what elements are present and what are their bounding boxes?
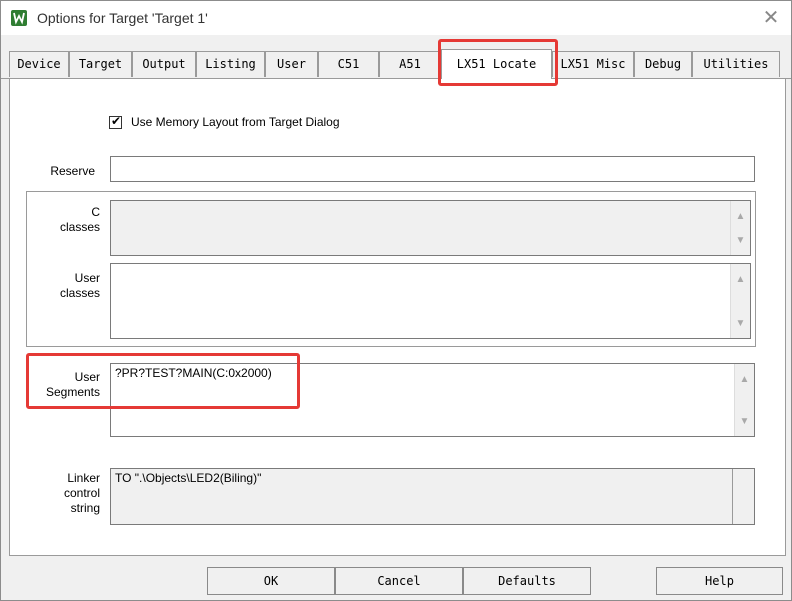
tab-strip: Device Target Output Listing User C51 A5… — [1, 49, 791, 79]
user-segments-label-line1: User — [74, 370, 100, 384]
tab-lx51-locate[interactable]: LX51 Locate — [441, 49, 552, 79]
tab-device[interactable]: Device — [9, 51, 69, 77]
scroll-up-arrow-icon[interactable]: ▲ — [731, 272, 750, 288]
c-classes-label-line2: classes — [59, 220, 100, 234]
help-button[interactable]: Help — [656, 567, 783, 595]
window-title: Options for Target 'Target 1' — [37, 10, 208, 26]
user-segments-value: ?PR?TEST?MAIN(C:0x2000) — [115, 366, 272, 380]
user-classes-label-line1: User — [74, 271, 100, 285]
linker-control-label: Linker control string — [31, 471, 100, 516]
linker-control-label-line2: control — [63, 486, 100, 500]
reserve-input[interactable] — [110, 156, 755, 182]
user-classes-label-line2: classes — [59, 286, 100, 300]
ok-button[interactable]: OK — [207, 567, 335, 595]
tab-output[interactable]: Output — [132, 51, 196, 77]
options-dialog: Options for Target 'Target 1' ✕ Device T… — [0, 0, 792, 601]
linker-control-label-line1: Linker — [67, 471, 100, 485]
user-segments-input[interactable]: ?PR?TEST?MAIN(C:0x2000) ▲ ▼ — [110, 363, 755, 437]
linker-control-label-line3: string — [70, 501, 100, 515]
keil-app-icon — [11, 10, 27, 26]
checkmark-icon: ✔ — [111, 114, 122, 128]
user-classes-label: User classes — [31, 271, 100, 301]
linker-control-scrollbar — [732, 469, 754, 524]
scroll-up-arrow-icon[interactable]: ▲ — [731, 209, 750, 225]
scroll-up-arrow-icon[interactable]: ▲ — [735, 372, 754, 388]
c-classes-label-line1: C — [91, 205, 100, 219]
tab-listing[interactable]: Listing — [196, 51, 265, 77]
use-memory-layout-label: Use Memory Layout from Target Dialog — [131, 115, 340, 129]
tab-debug[interactable]: Debug — [634, 51, 692, 77]
button-bar: OK Cancel Defaults Help — [1, 563, 791, 600]
tab-c51[interactable]: C51 — [318, 51, 379, 77]
cancel-button[interactable]: Cancel — [335, 567, 463, 595]
tab-a51[interactable]: A51 — [379, 51, 441, 77]
tab-utilities[interactable]: Utilities — [692, 51, 780, 77]
tab-target[interactable]: Target — [69, 51, 132, 77]
linker-control-string[interactable]: TO ".\Objects\LED2(Biling)" — [110, 468, 755, 525]
close-icon[interactable]: ✕ — [757, 4, 785, 32]
title-bar: Options for Target 'Target 1' ✕ — [1, 1, 791, 35]
c-classes-scrollbar[interactable]: ▲ ▼ — [730, 201, 750, 255]
c-classes-label: C classes — [31, 205, 100, 235]
user-classes-input[interactable]: ▲ ▼ — [110, 263, 751, 339]
tab-lx51-misc[interactable]: LX51 Misc — [552, 51, 634, 77]
user-segments-label-line2: Segments — [45, 385, 100, 399]
defaults-button[interactable]: Defaults — [463, 567, 591, 595]
scroll-down-arrow-icon[interactable]: ▼ — [731, 233, 750, 249]
linker-control-value: TO ".\Objects\LED2(Biling)" — [115, 471, 262, 485]
c-classes-input[interactable]: ▲ ▼ — [110, 200, 751, 256]
scroll-down-arrow-icon[interactable]: ▼ — [735, 414, 754, 430]
tab-user[interactable]: User — [265, 51, 318, 77]
scroll-down-arrow-icon[interactable]: ▼ — [731, 316, 750, 332]
user-segments-label: User Segments — [31, 370, 100, 400]
reserve-label: Reserve — [50, 164, 95, 178]
user-segments-scrollbar[interactable]: ▲ ▼ — [734, 364, 754, 436]
user-classes-scrollbar[interactable]: ▲ ▼ — [730, 264, 750, 338]
use-memory-layout-checkbox[interactable]: ✔ — [109, 114, 122, 129]
